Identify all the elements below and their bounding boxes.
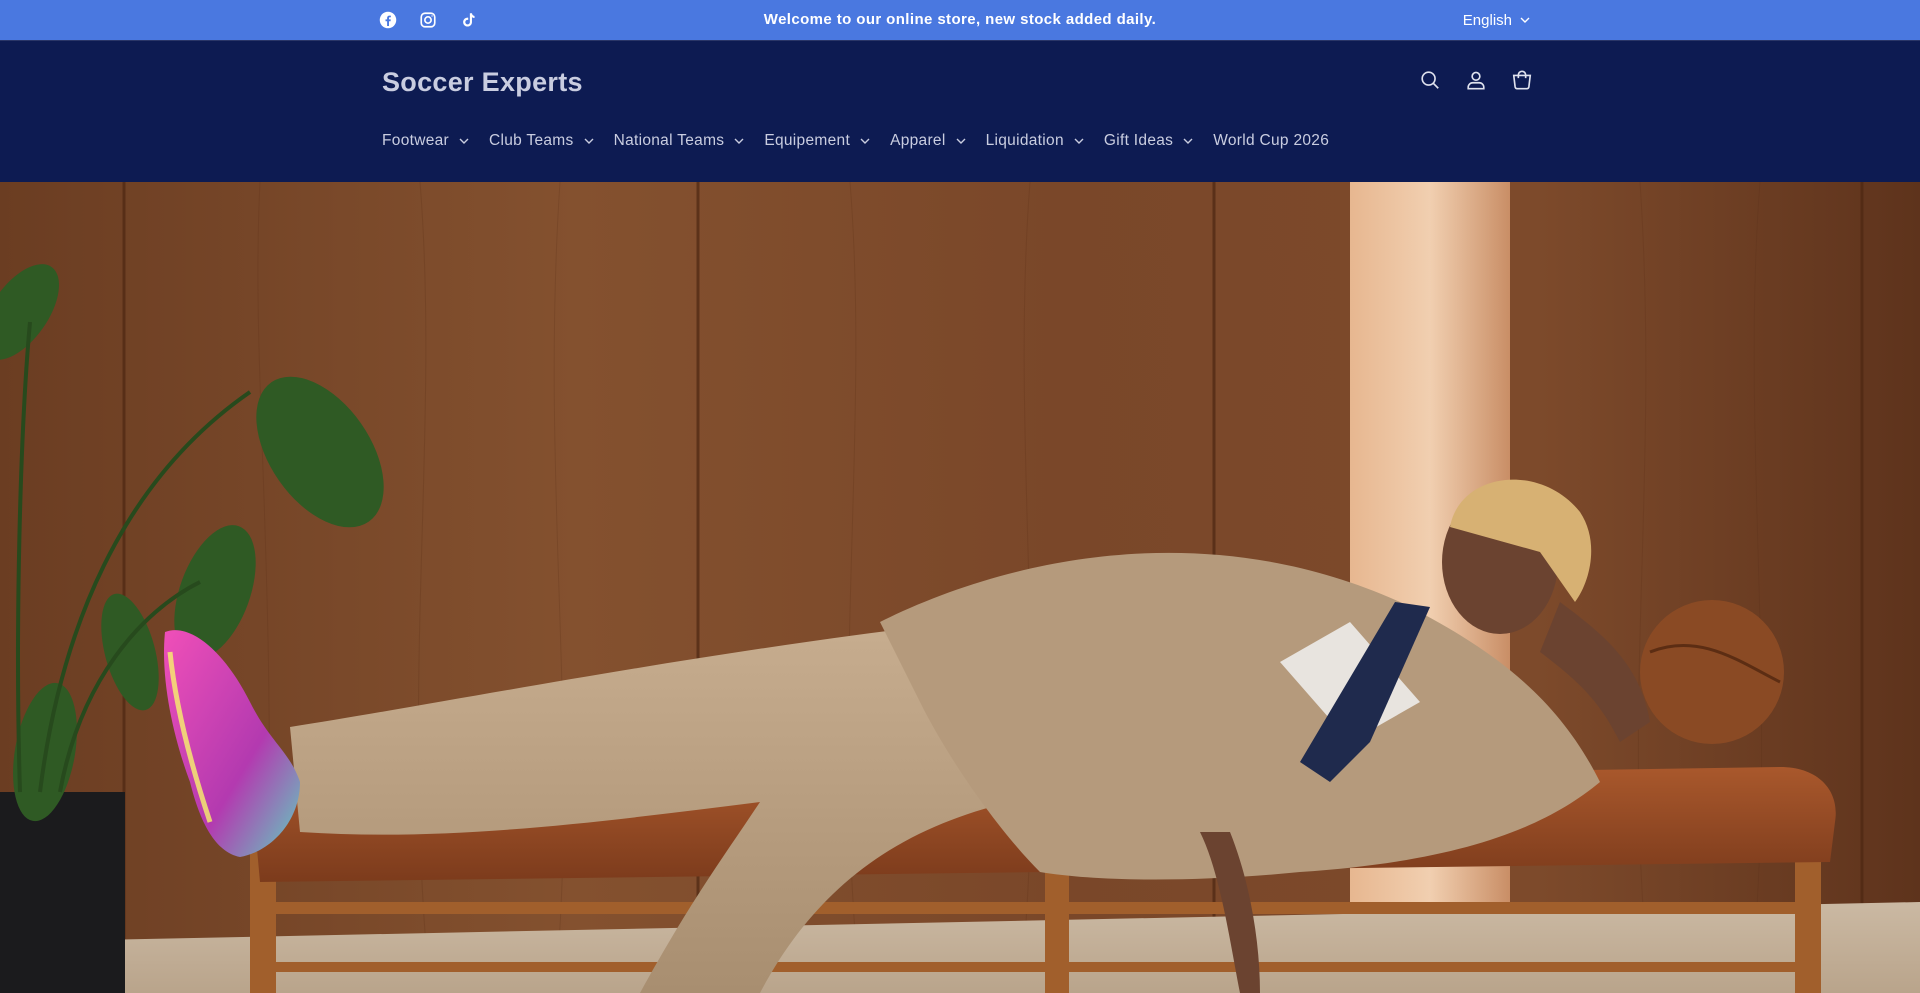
store-logo[interactable]: Soccer Experts [382, 67, 583, 98]
search-icon[interactable] [1419, 69, 1441, 91]
announcement-message: Welcome to our online store, new stock a… [763, 11, 1157, 28]
hero-image [0, 182, 1920, 993]
chevron-down-icon [1520, 17, 1530, 23]
nav-item-apparel[interactable]: Apparel [890, 130, 966, 152]
nav-item-club-teams[interactable]: Club Teams [489, 130, 594, 152]
nav-item-label: World Cup 2026 [1213, 132, 1330, 149]
chevron-down-icon [860, 136, 870, 146]
nav-item-national-teams[interactable]: National Teams [614, 130, 745, 152]
main-navigation: Footwear Club Teams National Teams Equip… [382, 130, 1349, 152]
header-icons [1419, 69, 1533, 91]
language-label: English [1462, 11, 1512, 29]
nav-item-label: Gift Ideas [1103, 132, 1174, 149]
facebook-icon[interactable] [378, 10, 398, 30]
nav-item-label: Liquidation [985, 132, 1064, 149]
chevron-down-icon [459, 136, 469, 146]
nav-item-label: Apparel [890, 132, 946, 149]
nav-item-label: Equipement [764, 132, 851, 149]
chevron-down-icon [956, 136, 966, 146]
site-header: Soccer Experts Footwear Club Teams Natio… [0, 40, 1920, 182]
hero-banner[interactable] [0, 182, 1920, 993]
chevron-down-icon [584, 136, 594, 146]
nav-item-label: Footwear [382, 132, 450, 149]
tiktok-icon[interactable] [458, 10, 478, 30]
nav-item-label: Club Teams [489, 132, 574, 149]
nav-item-gift-ideas[interactable]: Gift Ideas [1104, 130, 1193, 152]
nav-item-label: National Teams [613, 132, 725, 149]
chevron-down-icon [1183, 136, 1193, 146]
nav-item-equipement[interactable]: Equipement [764, 130, 870, 152]
chevron-down-icon [1074, 136, 1084, 146]
nav-item-liquidation[interactable]: Liquidation [986, 130, 1084, 152]
nav-item-world-cup-2026[interactable]: World Cup 2026 [1213, 130, 1329, 152]
account-icon[interactable] [1465, 69, 1487, 91]
chevron-down-icon [734, 136, 744, 146]
announcement-bar: Welcome to our online store, new stock a… [0, 0, 1920, 40]
nav-item-footwear[interactable]: Footwear [382, 130, 469, 152]
social-links [378, 0, 478, 40]
language-selector[interactable]: English [1463, 0, 1530, 40]
instagram-icon[interactable] [418, 10, 438, 30]
cart-icon[interactable] [1511, 69, 1533, 91]
